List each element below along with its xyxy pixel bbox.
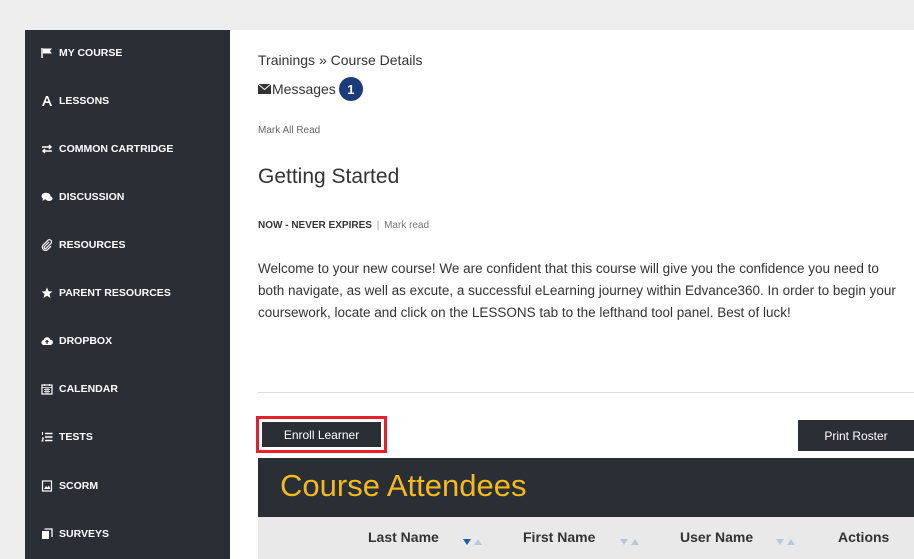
sidebar-item-common-cartridge[interactable]: COMMON CARTRIDGE <box>41 139 173 159</box>
mark-all-read-link[interactable]: Mark All Read <box>258 125 320 136</box>
messages-link[interactable]: Messages 1 <box>258 77 363 101</box>
attendees-title: Course Attendees <box>280 468 527 503</box>
column-first-name[interactable]: First Name <box>523 529 595 545</box>
sidebar-item-dropbox[interactable]: DROPBOX <box>41 331 112 351</box>
flag-icon <box>41 47 53 59</box>
column-user-name[interactable]: User Name <box>680 529 753 545</box>
announcement-title: Getting Started <box>258 165 400 188</box>
attendees-header: Course Attendees <box>258 458 914 517</box>
expires-label: NOW - NEVER EXPIRES <box>258 220 372 231</box>
announcement-meta: NOW - NEVER EXPIRES | Mark read <box>258 220 429 231</box>
breadcrumb-trainings-link[interactable]: Trainings <box>258 52 315 68</box>
sort-user-name-icon[interactable] <box>776 534 796 545</box>
enroll-highlight: Enroll Learner <box>256 416 387 453</box>
sidebar-item-label: SURVEYS <box>59 528 109 540</box>
sort-last-name-icon[interactable] <box>463 534 483 545</box>
messages-label: Messages <box>272 81 336 97</box>
sidebar-item-my-course[interactable]: MY COURSE <box>41 43 122 63</box>
exchange-icon <box>41 143 53 155</box>
comments-icon <box>41 191 53 203</box>
messages-count-badge: 1 <box>338 77 363 101</box>
sidebar: MY COURSE LESSONS COMMON CARTRIDGE DISCU… <box>25 30 230 559</box>
sidebar-item-label: DROPBOX <box>59 335 113 347</box>
divider <box>258 392 914 393</box>
sidebar-item-calendar[interactable]: CALENDAR <box>41 379 118 399</box>
sort-first-name-icon[interactable] <box>620 534 640 545</box>
enroll-learner-button[interactable]: Enroll Learner <box>262 422 381 447</box>
sidebar-item-discussion[interactable]: DISCUSSION <box>41 187 124 207</box>
sidebar-item-label: CALENDAR <box>59 383 118 395</box>
sidebar-item-label: COMMON CARTRIDGE <box>59 143 174 155</box>
sidebar-item-surveys[interactable]: SURVEYS <box>41 524 109 544</box>
paperclip-icon <box>41 239 53 251</box>
sidebar-item-label: LESSONS <box>59 95 110 107</box>
envelope-icon <box>258 84 271 94</box>
column-actions: Actions <box>838 529 890 545</box>
star-icon <box>41 287 53 299</box>
main-content: Trainings » Course Details Messages 1 Ma… <box>230 30 914 559</box>
meta-separator: | <box>376 220 380 231</box>
mark-read-link[interactable]: Mark read <box>384 220 429 231</box>
sidebar-item-label: RESOURCES <box>59 239 126 251</box>
calendar-icon <box>41 383 53 395</box>
sidebar-item-tests[interactable]: TESTS <box>41 427 93 447</box>
cloud-upload-icon <box>41 335 53 347</box>
font-icon <box>41 95 53 107</box>
print-roster-button[interactable]: Print Roster <box>798 420 914 451</box>
announcement-body: Welcome to your new course! We are confi… <box>258 261 896 320</box>
breadcrumb-separator: » <box>318 52 327 68</box>
sidebar-item-label: SCORM <box>59 480 99 492</box>
sidebar-item-parent-resources[interactable]: PARENT RESOURCES <box>41 283 171 303</box>
breadcrumb-current: Course Details <box>330 52 423 68</box>
attendees-table-header: Last Name First Name User Name Actions <box>258 517 914 559</box>
column-last-name[interactable]: Last Name <box>368 529 439 545</box>
sidebar-item-label: PARENT RESOURCES <box>59 287 171 299</box>
sidebar-item-lessons[interactable]: LESSONS <box>41 91 109 111</box>
breadcrumb: Trainings » Course Details <box>258 52 422 68</box>
copy-icon <box>41 528 53 540</box>
sidebar-item-label: MY COURSE <box>59 47 123 59</box>
sidebar-item-label: TESTS <box>59 431 93 443</box>
list-ol-icon <box>41 431 53 443</box>
sidebar-item-scorm[interactable]: SCORM <box>41 476 98 496</box>
sidebar-item-label: DISCUSSION <box>59 191 125 203</box>
sidebar-item-resources[interactable]: RESOURCES <box>41 235 126 255</box>
file-icon <box>41 480 53 492</box>
